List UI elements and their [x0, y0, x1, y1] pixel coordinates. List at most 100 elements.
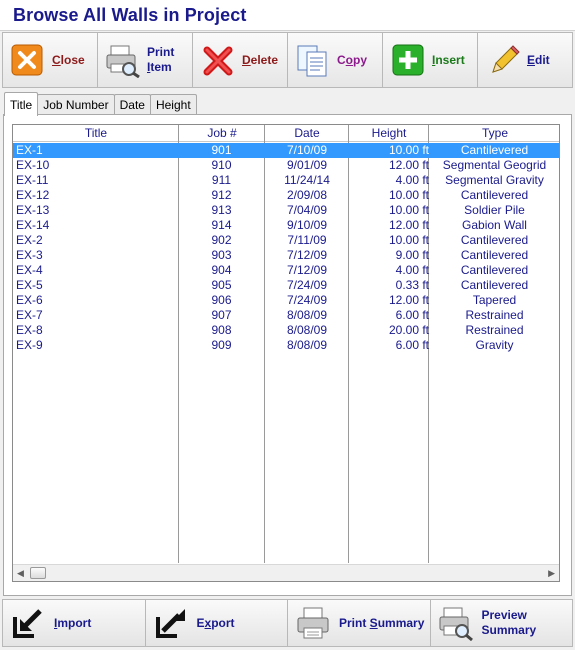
tab-height[interactable]: Height — [149, 94, 197, 115]
column-header-date[interactable]: Date — [265, 125, 349, 142]
cell-type: Restrained — [465, 323, 524, 337]
cell-job-number: 914 — [211, 218, 232, 232]
cell-job-number: 905 — [211, 278, 232, 292]
table-row[interactable]: EX-6 906 7/24/09 12.00 ft Tapered — [13, 293, 559, 308]
delete-button[interactable]: Delete — [193, 33, 288, 87]
cell-date: 7/04/09 — [286, 203, 328, 217]
cell-type: Cantilevered — [460, 188, 529, 202]
cell-job-number: 912 — [211, 188, 232, 202]
table-row[interactable]: EX-13 913 7/04/09 10.00 ft Soldier Pile — [13, 203, 559, 218]
tab-job-number[interactable]: Job Number — [37, 94, 115, 115]
cell-title: EX-7 — [16, 308, 43, 322]
export-arrow-icon — [153, 605, 189, 641]
cell-type: Segmental Gravity — [445, 173, 544, 187]
cell-job-number: 902 — [211, 233, 232, 247]
column-header-job[interactable]: Job # — [179, 125, 265, 142]
copy-button[interactable]: Copy — [288, 33, 383, 87]
cell-title: EX-11 — [16, 173, 49, 187]
column-header-type[interactable]: Type — [429, 125, 559, 142]
cell-job-number: 907 — [211, 308, 232, 322]
cell-date: 11/24/14 — [284, 173, 330, 187]
cell-title: EX-14 — [16, 218, 50, 232]
insert-label: Insert — [432, 52, 465, 67]
printer-icon — [295, 605, 331, 641]
cell-job-number: 908 — [211, 323, 232, 337]
cell-type: Gravity — [475, 338, 514, 352]
cell-title: EX-3 — [16, 248, 43, 262]
cell-title: EX-4 — [16, 263, 43, 277]
import-label: Import — [54, 615, 92, 630]
cell-date: 7/11/09 — [287, 233, 327, 247]
print-item-button[interactable]: Print Item — [98, 33, 193, 87]
scrollbar-thumb[interactable] — [30, 567, 46, 579]
table-row[interactable]: EX-8 908 8/08/09 20.00 ft Restrained — [13, 323, 559, 338]
table-row[interactable]: EX-12 912 2/09/08 10.00 ft Cantilevered — [13, 188, 559, 203]
table-row[interactable]: EX-14 914 9/10/09 12.00 ft Gabion Wall — [13, 218, 559, 233]
import-button[interactable]: Import — [3, 600, 146, 646]
cell-date: 7/12/09 — [286, 263, 328, 277]
table-row[interactable]: EX-5 905 7/24/09 0.33 ft Cantilevered — [13, 278, 559, 293]
edit-button[interactable]: Edit — [478, 33, 572, 87]
export-button[interactable]: Export — [145, 600, 288, 646]
scroll-left-icon[interactable]: ◀ — [17, 568, 24, 579]
tab-title[interactable]: Title — [4, 92, 39, 116]
insert-button[interactable]: Insert — [383, 33, 478, 87]
pencil-icon — [485, 42, 521, 78]
cell-title: EX-10 — [16, 158, 50, 172]
cell-title: EX-13 — [16, 203, 50, 217]
cell-job-number: 903 — [211, 248, 232, 262]
cell-height: 12.00 ft — [388, 158, 429, 172]
cell-height: 12.00 ft — [388, 218, 429, 232]
column-header-title[interactable]: Title — [13, 125, 179, 142]
cell-job-number: 909 — [211, 338, 232, 352]
window-title: Browse All Walls in Project — [13, 5, 247, 25]
cell-job-number: 901 — [211, 143, 232, 157]
cell-type: Soldier Pile — [464, 203, 525, 217]
delete-label: Delete — [242, 52, 279, 67]
table-row[interactable]: EX-7 907 8/08/09 6.00 ft Restrained — [13, 308, 559, 323]
walls-table: Title Job # Date Height Type EX-1 901 7/10… — [12, 124, 560, 582]
table-row[interactable]: EX-3 903 7/12/09 9.00 ft Cantilevered — [13, 248, 559, 263]
preview-summary-label: Preview Summary — [481, 608, 537, 637]
cell-title: EX-12 — [16, 188, 50, 202]
cell-height: 9.00 ft — [395, 248, 429, 262]
cell-date: 7/24/09 — [286, 278, 328, 292]
table-row[interactable]: EX-9 909 8/08/09 6.00 ft Gravity — [13, 338, 559, 353]
toolbar: Close Print Item Delete Copy Insert Edit — [2, 32, 573, 88]
edit-label: Edit — [527, 52, 550, 67]
table-row[interactable]: EX-4 904 7/12/09 4.00 ft Cantilevered — [13, 263, 559, 278]
print-summary-button[interactable]: Print Summary — [288, 600, 431, 646]
table-header: Title Job # Date Height Type — [13, 125, 559, 142]
sort-tabs: Title Job Number Date Height — [4, 91, 197, 116]
table-row[interactable]: EX-2 902 7/11/09 10.00 ft Cantilevered — [13, 233, 559, 248]
preview-summary-button[interactable]: Preview Summary — [430, 600, 572, 646]
table-row[interactable]: EX-1 901 7/10/09 10.00 ft Cantilevered — [13, 143, 559, 158]
copy-pages-icon — [295, 42, 331, 78]
cell-date: 8/08/09 — [286, 308, 328, 322]
cell-type: Cantilevered — [460, 278, 529, 292]
copy-label: Copy — [337, 52, 368, 67]
cell-date: 9/10/09 — [286, 218, 328, 232]
bottom-toolbar: Import Export Print Summary Preview Summa… — [2, 599, 573, 647]
table-row[interactable]: EX-11 911 11/24/14 4.00 ft Segmental Gravity — [13, 173, 559, 188]
cell-height: 4.00 ft — [395, 173, 429, 187]
cell-height: 20.00 ft — [388, 323, 429, 337]
table-row[interactable]: EX-10 910 9/01/09 12.00 ft Segmental Geogrid — [13, 158, 559, 173]
cell-job-number: 904 — [211, 263, 232, 277]
printer-magnifier-icon — [438, 605, 474, 642]
cell-type: Cantilevered — [460, 233, 529, 247]
column-header-height[interactable]: Height — [349, 125, 429, 142]
scroll-right-icon[interactable]: ▶ — [548, 568, 555, 579]
cell-height: 4.00 ft — [395, 263, 429, 277]
horizontal-scrollbar[interactable]: ◀ ▶ — [13, 564, 559, 581]
close-label: Close — [52, 52, 85, 67]
tab-date[interactable]: Date — [113, 94, 151, 115]
cell-date: 7/12/09 — [286, 248, 328, 262]
print-summary-label: Print Summary — [339, 615, 425, 630]
cell-height: 12.00 ft — [388, 293, 429, 307]
close-icon — [10, 42, 46, 78]
close-button[interactable]: Close — [3, 33, 98, 87]
cell-date: 2/09/08 — [286, 188, 328, 202]
cell-title: EX-5 — [16, 278, 43, 292]
cell-date: 7/10/09 — [286, 143, 328, 157]
